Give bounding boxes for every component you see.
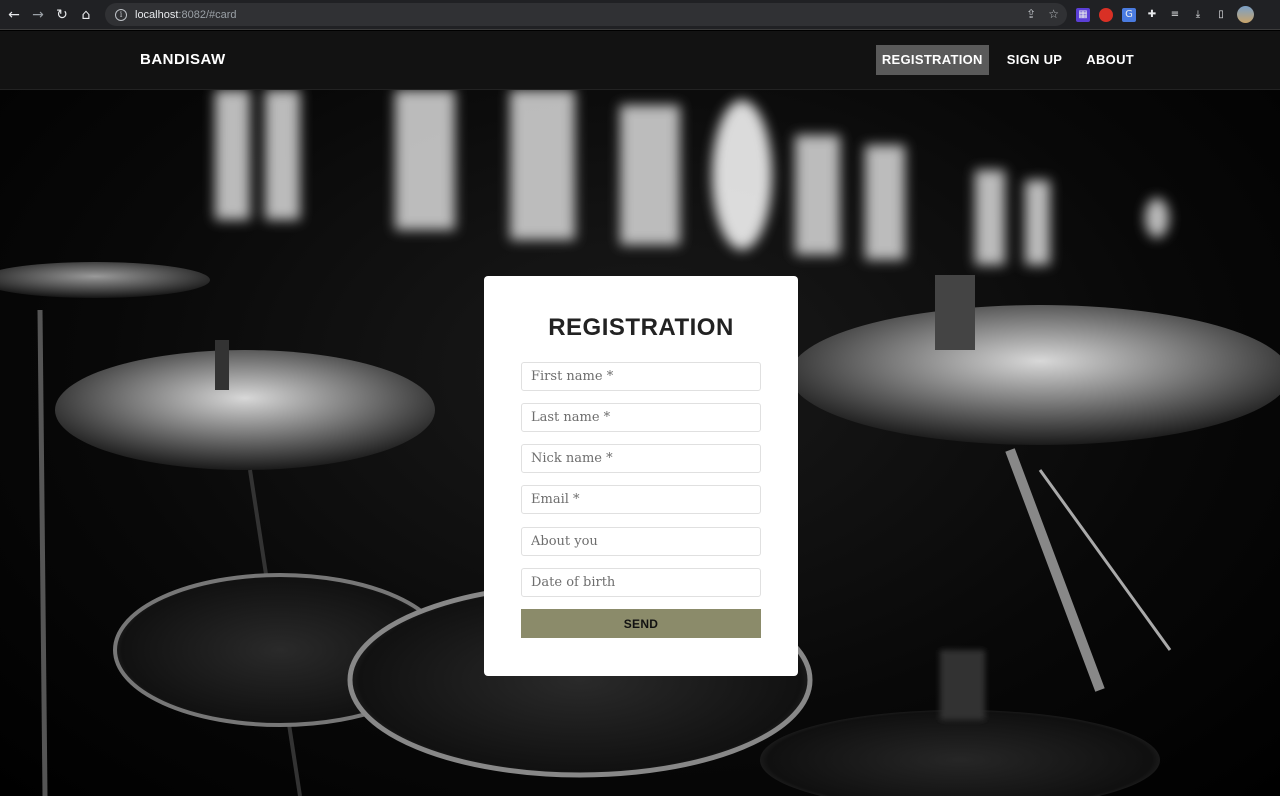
browser-toolbar: ← → ↻ ⌂ i localhost:8082/#card ⇪ ☆ ▦ G ✚… [0, 0, 1280, 30]
profile-avatar[interactable] [1237, 6, 1254, 23]
last-name-input[interactable] [521, 403, 761, 432]
bookmark-star-icon[interactable]: ☆ [1048, 7, 1059, 21]
reading-list-icon[interactable]: ≡ [1168, 8, 1182, 22]
form-title: REGISTRATION [548, 314, 734, 341]
share-icon[interactable]: ⇪ [1026, 7, 1036, 21]
reload-icon[interactable]: ↻ [52, 5, 72, 25]
url-text: localhost:8082/#card [135, 9, 237, 21]
about-you-input[interactable] [521, 527, 761, 556]
email-input[interactable] [521, 485, 761, 514]
forward-icon[interactable]: → [28, 5, 48, 25]
url-path: :8082/#card [178, 8, 237, 21]
site-header: BANDISAW REGISTRATION SIGN UP ABOUT [0, 31, 1280, 90]
address-bar[interactable]: i localhost:8082/#card ⇪ ☆ [105, 3, 1067, 26]
back-icon[interactable]: ← [4, 5, 24, 25]
site-info-icon[interactable]: i [115, 8, 127, 21]
brand-logo[interactable]: BANDISAW [140, 51, 226, 68]
nav-signup[interactable]: SIGN UP [1001, 45, 1069, 75]
nav-registration[interactable]: REGISTRATION [875, 45, 989, 75]
nav-about[interactable]: ABOUT [1080, 45, 1140, 75]
extension-red-icon[interactable] [1099, 7, 1113, 22]
home-icon[interactable]: ⌂ [76, 5, 96, 25]
download-icon[interactable]: ⤓ [1191, 8, 1205, 22]
send-button[interactable]: SEND [521, 609, 761, 638]
extension-grid-icon[interactable]: ▦ [1076, 7, 1090, 22]
date-of-birth-input[interactable] [521, 568, 761, 597]
main-nav: REGISTRATION SIGN UP ABOUT [875, 45, 1140, 75]
url-host: localhost [135, 8, 179, 21]
first-name-input[interactable] [521, 362, 761, 391]
side-panel-icon[interactable]: ▯ [1214, 8, 1228, 22]
nick-name-input[interactable] [521, 444, 761, 473]
registration-card: REGISTRATION SEND [484, 276, 798, 676]
extensions-puzzle-icon[interactable]: ✚ [1145, 8, 1159, 22]
translate-icon[interactable]: G [1122, 7, 1136, 22]
